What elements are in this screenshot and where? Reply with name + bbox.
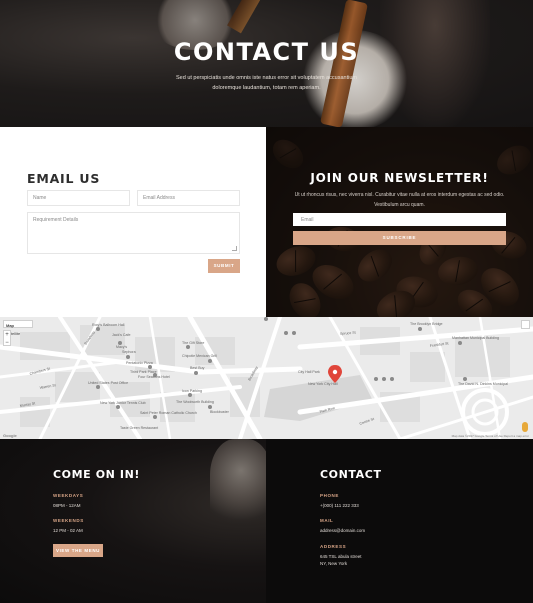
contact-heading: CONTACT [320,468,382,481]
map-type-map[interactable]: Map [4,321,16,329]
map-canvas[interactable]: Rory's Ballroom Hall Jack's Cafe Macy's … [0,317,533,439]
map-place-label: The Woolworth Building [176,400,214,404]
weekdays-label: WEEKDAYS [53,493,84,498]
mail-label: MAIL [320,518,334,523]
map-place-label: New York City Hall [308,382,338,386]
map-place-label: Icon Parking [182,389,202,393]
address-line-2: NY, New York [320,561,348,566]
newsletter-heading: JOIN OUR NEWSLETTER! [310,171,489,185]
map-zoom-control[interactable]: + − [3,330,11,346]
hero-subtitle-line-1: Sed ut perspiciatis unde omnis iste natu… [176,75,357,81]
map-place-label: The Brooklyn Bridge [410,322,443,326]
mail-value[interactable]: address@domain.com [320,527,365,534]
newsletter-text: Ut ut rhoncus risus, nec viverra nisl. C… [294,190,505,210]
phone-value[interactable]: +(000) 111 222 333 [320,502,359,509]
newsletter-email-field[interactable]: Email [293,213,506,226]
page-title: CONTACT US [173,38,360,66]
email-field[interactable]: Email Address [137,190,240,206]
address-label: ADDRESS [320,544,347,549]
email-us-section: EMAIL US Name Email Address Requirement … [0,127,266,317]
requirement-details-placeholder: Requirement Details [33,217,79,223]
address-line-1: 645 TSL abula street [320,554,362,559]
weekends-hours: 12 PM - 02 AM [53,528,83,533]
map-place-label: Taste Green Restaurant [120,426,158,430]
zoom-in-button[interactable]: + [4,331,10,339]
zoom-out-button[interactable]: − [4,339,10,347]
newsletter-text-line-1: Ut ut rhoncus risus, nec viverra nisl. C… [294,192,505,198]
map-credit: Map data ©2017 Google Terms of Use Repor… [451,434,529,438]
map-embed[interactable]: Rory's Ballroom Hall Jack's Cafe Macy's … [0,317,533,439]
map-type-control[interactable]: MapSatellite [3,320,33,336]
map-place-label: Manhattan Municipal Building [452,336,499,340]
map-place-label: Third Park Place [130,370,157,374]
email-us-heading: EMAIL US [27,171,101,186]
name-field[interactable]: Name [27,190,130,206]
submit-button[interactable]: SUBMIT [208,259,240,273]
street-view-pegman-icon[interactable] [522,422,528,432]
view-menu-button[interactable]: VIEW THE MENU [53,544,103,557]
hero-subtitle: Sed ut perspiciatis unde omnis iste natu… [160,73,373,93]
newsletter-text-line-2: Vestibulum arcu quam. [374,202,425,208]
map-place-label: Macy's [116,345,127,349]
weekends-label: WEEKENDS [53,518,84,523]
come-on-in-heading: COME ON IN! [53,468,141,481]
map-place-label: Rory's Ballroom Hall [92,323,125,327]
requirement-details-field[interactable]: Requirement Details [27,212,240,254]
map-place-label: Best Buy [190,366,205,370]
phone-label: PHONE [320,493,340,498]
map-place-label: The Gift Store [182,341,204,345]
hero-banner: CONTACT US Sed ut perspiciatis unde omni… [0,0,533,127]
map-place-label: Jack's Cafe [112,333,130,337]
hours-section: COME ON IN! WEEKDAYS 08PM - 12AM WEEKEND… [0,439,266,603]
fullscreen-icon[interactable] [521,320,530,329]
map-place-label: Saint Peter Roman Catholic Church [140,411,197,415]
subscribe-button[interactable]: SUBSCRIBE [293,231,506,245]
map-place-label: Pentatonix Pizza [126,361,153,365]
resize-handle-icon[interactable] [232,246,237,251]
map-place-label: Blockbuster [210,410,230,414]
weekdays-hours: 08PM - 12AM [53,503,81,508]
map-place-label: Four Seasons Hotel [138,375,170,379]
google-logo: Google [3,433,17,438]
footer-bg-cup [210,439,266,529]
newsletter-section: JOIN OUR NEWSLETTER! Ut ut rhoncus risus… [266,127,533,317]
map-place-label: United States Post Office [88,381,128,385]
map-place-label: Sephora [122,350,136,354]
contact-section: CONTACT PHONE +(000) 111 222 333 MAIL ad… [266,439,533,603]
map-place-label: New York Junior Tennis Club [100,401,146,405]
map-place-label: The David N. Dinkins Municipal [458,382,508,386]
hero-subtitle-line-2: doloremque laudantium, totam rem aperiam… [212,85,321,91]
map-place-label: City Hall Park [298,370,320,374]
map-place-label: Chipotle Mexican Grill [182,354,217,358]
